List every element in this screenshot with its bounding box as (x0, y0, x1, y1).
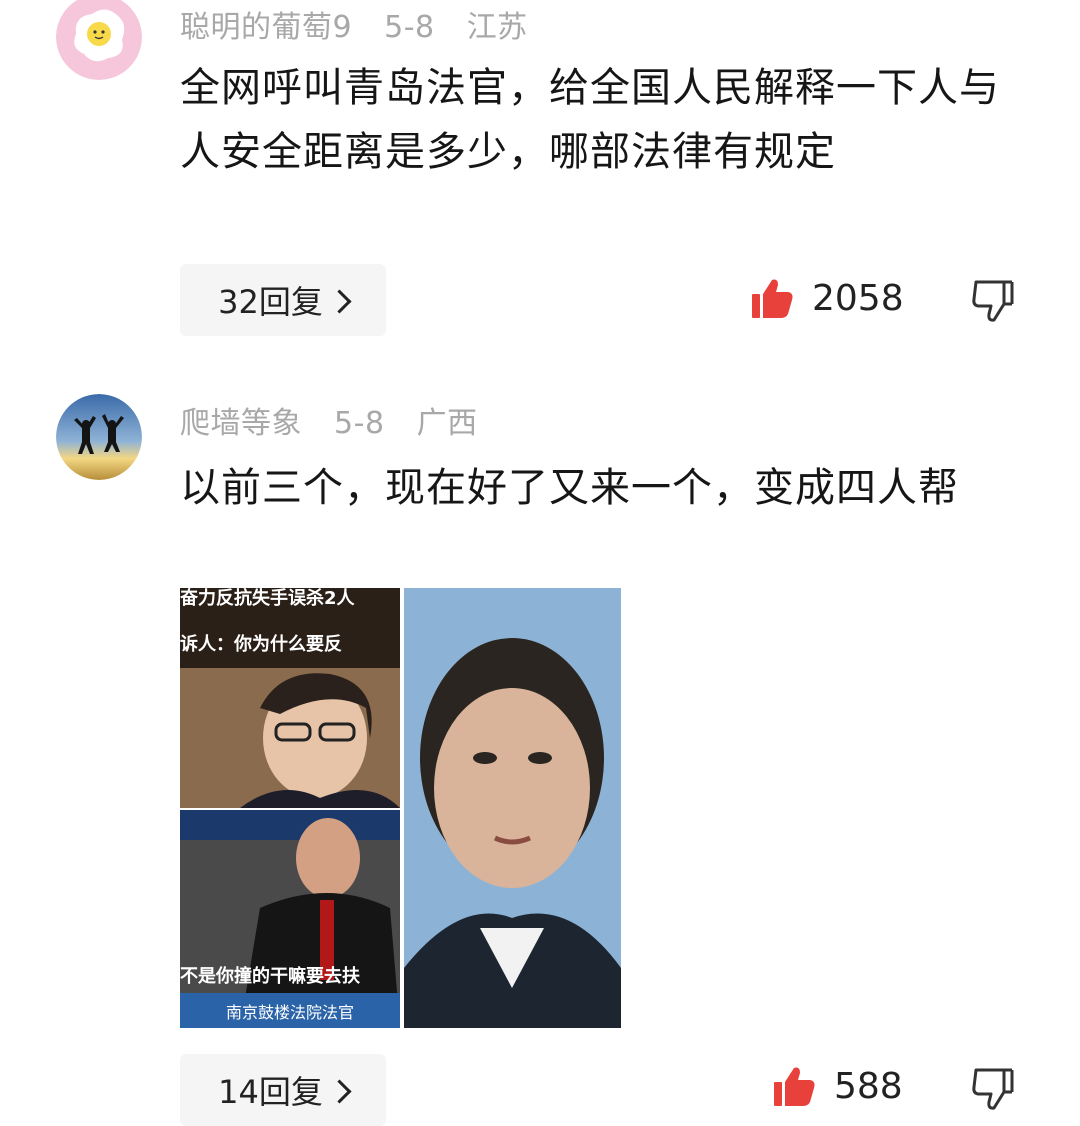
thumbs-up-icon (774, 1067, 815, 1106)
reply-count-button[interactable]: 14回复 (180, 1054, 386, 1126)
image-caption-top-2: 诉人：你为什么要反 (180, 634, 342, 655)
like-count: 588 (834, 1065, 903, 1107)
user-avatar[interactable] (56, 394, 142, 480)
chevron-right-icon (327, 1078, 352, 1104)
comment-item: 爬墙等象 5-8 广西 以前三个，现在好了又来一个，变成四人帮 奋力反抗失手误杀… (0, 0, 1080, 1126)
dislike-button[interactable] (970, 1066, 1016, 1116)
reply-count-label: 14回复 (218, 1073, 323, 1111)
comment-image[interactable]: 奋力反抗失手误杀2人 诉人：你为什么要反 不是你撞的干嘛要去扶 南京鼓楼法院法官 (180, 588, 621, 1028)
image-caption-footer: 南京鼓楼法院法官 (225, 1003, 354, 1022)
image-caption-top: 奋力反抗失手误杀2人 (180, 588, 355, 609)
comment-meta: 爬墙等象 5-8 广西 (180, 398, 500, 442)
comment-date: 5-8 (334, 406, 385, 441)
comment-location: 广西 (416, 406, 478, 441)
username[interactable]: 爬墙等象 (180, 406, 302, 441)
like-button[interactable]: 588 (772, 1064, 903, 1108)
thumbs-down-icon (972, 1068, 1014, 1110)
comment-text: 以前三个，现在好了又来一个，变成四人帮 (180, 465, 959, 511)
jumping-silhouettes-avatar-icon (56, 394, 142, 480)
image-caption-bottom: 不是你撞的干嘛要去扶 (180, 966, 360, 987)
